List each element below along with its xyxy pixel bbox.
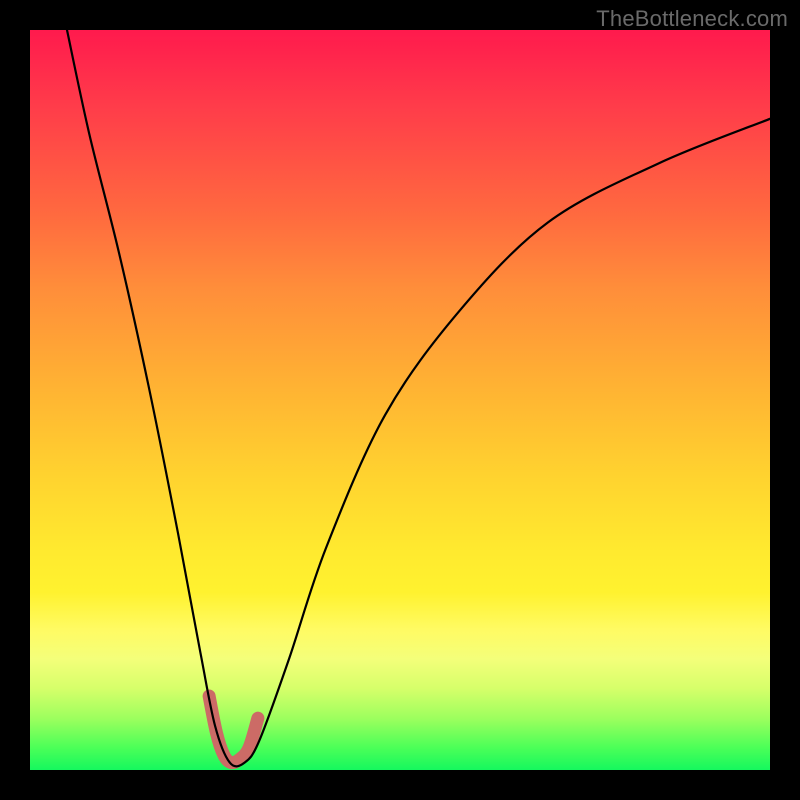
watermark-text: TheBottleneck.com: [596, 6, 788, 32]
bottleneck-curve-svg: [0, 0, 800, 800]
bottleneck-curve: [67, 30, 770, 766]
